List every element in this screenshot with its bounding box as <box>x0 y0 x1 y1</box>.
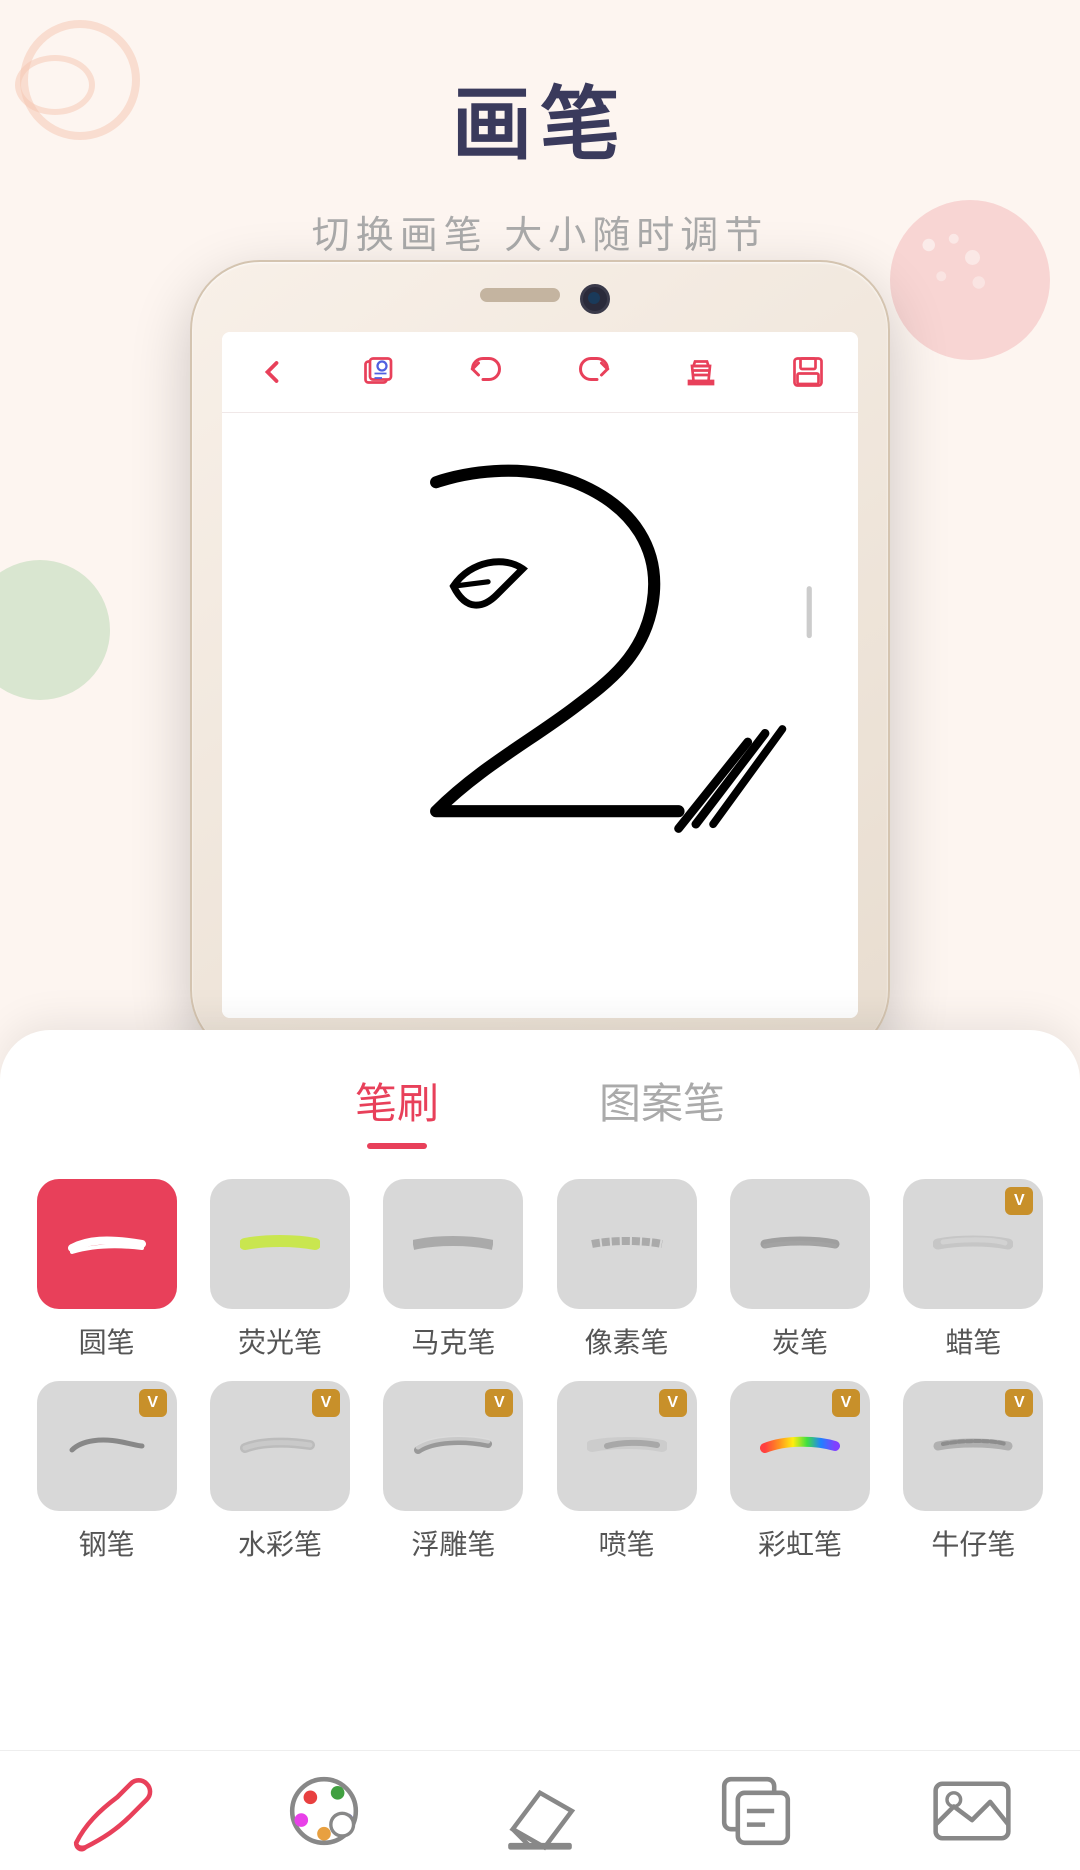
page-subtitle: 切换画笔 大小随时调节 <box>0 204 1080 259</box>
brush-box-marker <box>383 1179 523 1309</box>
tab-pattern[interactable]: 图案笔 <box>599 1070 725 1149</box>
drawing-canvas[interactable] <box>222 413 858 1018</box>
brush-box-wax: V <box>903 1179 1043 1309</box>
brush-item-rainbow[interactable]: V <box>723 1381 876 1563</box>
nav-brush[interactable] <box>58 1771 158 1851</box>
brush-label-denim: 牛仔笔 <box>931 1523 1015 1563</box>
premium-badge-watercolor: V <box>312 1389 340 1417</box>
brush-grid-row1: 圆笔 荧光笔 马克笔 <box>0 1149 1080 1361</box>
premium-badge-ink: V <box>139 1389 167 1417</box>
brush-item-watercolor[interactable]: V 水彩笔 <box>203 1381 356 1563</box>
layer-button[interactable] <box>353 346 405 398</box>
brush-item-denim[interactable]: V 牛仔笔 <box>897 1381 1050 1563</box>
phone-frame <box>190 260 890 1060</box>
brush-label-watercolor: 水彩笔 <box>238 1523 322 1563</box>
app-toolbar <box>222 332 858 413</box>
brush-item-wax[interactable]: V 蜡笔 <box>897 1179 1050 1361</box>
brush-box-pixel <box>557 1179 697 1309</box>
premium-badge-rainbow: V <box>832 1389 860 1417</box>
brush-label-emboss: 浮雕笔 <box>411 1523 495 1563</box>
brush-label-rainbow: 彩虹笔 <box>758 1523 842 1563</box>
brush-label-round: 圆笔 <box>79 1321 135 1361</box>
phone-speaker <box>480 288 560 302</box>
brush-label-ink: 钢笔 <box>79 1523 135 1563</box>
brush-box-denim: V <box>903 1381 1043 1511</box>
premium-badge-spray: V <box>659 1389 687 1417</box>
back-button[interactable] <box>246 346 298 398</box>
bg-decoration-mid-left <box>0 560 110 700</box>
brush-box-emboss: V <box>383 1381 523 1511</box>
page-title: 画笔 <box>0 0 1080 176</box>
brush-tabs: 笔刷 图案笔 <box>0 1030 1080 1149</box>
brush-box-round <box>37 1179 177 1309</box>
brush-box-highlight <box>210 1179 350 1309</box>
brush-label-spray: 喷笔 <box>599 1523 655 1563</box>
brush-item-pixel[interactable]: 像素笔 <box>550 1179 703 1361</box>
brush-box-ink: V <box>37 1381 177 1511</box>
nav-palette[interactable] <box>274 1771 374 1851</box>
premium-badge-denim: V <box>1005 1389 1033 1417</box>
brush-label-pixel: 像素笔 <box>585 1321 669 1361</box>
undo-button[interactable] <box>460 346 512 398</box>
brush-item-ink[interactable]: V 钢笔 <box>30 1381 183 1563</box>
nav-eraser[interactable] <box>490 1771 590 1851</box>
brush-box-spray: V <box>557 1381 697 1511</box>
brush-box-charcoal <box>730 1179 870 1309</box>
phone-camera <box>580 284 610 314</box>
save-button[interactable] <box>782 346 834 398</box>
brush-label-wax: 蜡笔 <box>945 1321 1001 1361</box>
brush-item-charcoal[interactable]: 炭笔 <box>723 1179 876 1361</box>
brush-label-highlight: 荧光笔 <box>238 1321 322 1361</box>
brush-box-watercolor: V <box>210 1381 350 1511</box>
phone-screen <box>222 332 858 1018</box>
brush-item-emboss[interactable]: V 浮雕笔 <box>377 1381 530 1563</box>
premium-badge-wax: V <box>1005 1187 1033 1215</box>
brush-label-marker: 马克笔 <box>411 1321 495 1361</box>
brush-item-highlight[interactable]: 荧光笔 <box>203 1179 356 1361</box>
tab-brush[interactable]: 笔刷 <box>355 1070 439 1149</box>
nav-layers[interactable] <box>706 1771 806 1851</box>
brush-section: 笔刷 图案笔 圆笔 <box>0 1030 1080 1870</box>
main-bottom-nav <box>0 1750 1080 1870</box>
brush-item-spray[interactable]: V 喷笔 <box>550 1381 703 1563</box>
brush-grid-row2: V 钢笔 V 水彩笔 <box>0 1361 1080 1563</box>
brush-item-round[interactable]: 圆笔 <box>30 1179 183 1361</box>
main-content: 画笔 切换画笔 大小随时调节 <box>0 0 1080 1870</box>
clear-button[interactable] <box>675 346 727 398</box>
brush-item-marker[interactable]: 马克笔 <box>377 1179 530 1361</box>
premium-badge-emboss: V <box>485 1389 513 1417</box>
brush-box-rainbow: V <box>730 1381 870 1511</box>
nav-gallery[interactable] <box>922 1771 1022 1851</box>
redo-button[interactable] <box>568 346 620 398</box>
phone-mockup <box>190 260 890 1060</box>
brush-label-charcoal: 炭笔 <box>772 1321 828 1361</box>
